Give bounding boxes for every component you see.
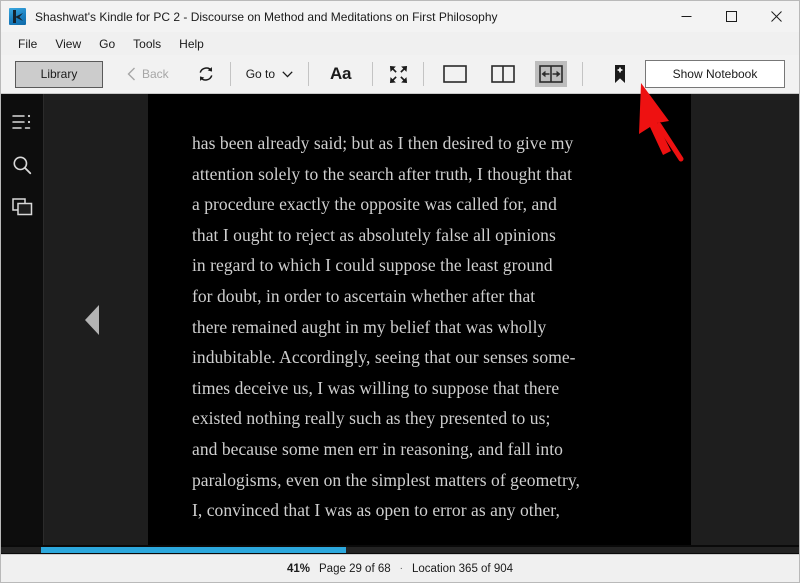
- toolbar-separator-5: [582, 62, 584, 86]
- toolbar-separator-4: [423, 62, 425, 86]
- search-icon: [13, 156, 32, 175]
- menu-item-tools[interactable]: Tools: [124, 34, 170, 54]
- add-bookmark-icon: [615, 65, 625, 83]
- minimize-button[interactable]: [664, 1, 709, 32]
- sidebar-item-flashcards[interactable]: [3, 188, 41, 226]
- sidebar-item-search[interactable]: [3, 146, 41, 184]
- menu-item-view[interactable]: View: [46, 34, 90, 54]
- status-bar: 41% Page 29 of 68 · Location 365 of 904: [1, 554, 799, 582]
- minimize-icon: [681, 16, 692, 17]
- previous-page-region[interactable]: [44, 94, 148, 545]
- flashcards-icon: [11, 198, 32, 216]
- sync-refresh-icon: [199, 67, 213, 81]
- close-button[interactable]: [754, 1, 799, 32]
- title-bar-left: Shashwat's Kindle for PC 2 - Discourse o…: [1, 8, 664, 25]
- reader-body: has been already said; but as I then des…: [1, 94, 799, 545]
- table-of-contents-icon: [12, 114, 31, 129]
- title-bar: Shashwat's Kindle for PC 2 - Discourse o…: [1, 1, 799, 32]
- status-percent: 41%: [286, 562, 311, 575]
- next-page-region[interactable]: [691, 94, 799, 545]
- font-settings-button[interactable]: Aa: [316, 62, 365, 86]
- reading-progress-scrollbar[interactable]: [1, 545, 799, 554]
- kindle-app-icon: [9, 8, 26, 25]
- add-bookmark-button[interactable]: [605, 60, 635, 88]
- toolbar-separator-1: [229, 62, 231, 86]
- main-toolbar: Library Back Go to Aa Show Notebook: [1, 55, 799, 94]
- menu-item-file[interactable]: File: [9, 34, 46, 54]
- status-location: Location 365 of 904: [411, 562, 514, 575]
- page-text: has been already said; but as I then des…: [192, 133, 580, 521]
- show-notebook-button[interactable]: Show Notebook: [645, 60, 785, 88]
- menu-bar: File View Go Tools Help: [1, 32, 799, 55]
- refresh-button[interactable]: [189, 59, 223, 89]
- two-page-view-icon: [491, 65, 515, 83]
- goto-button-label: Go to: [245, 67, 276, 81]
- chevron-down-icon: [282, 70, 293, 78]
- maximize-icon: [726, 11, 737, 22]
- chevron-left-icon: [127, 67, 135, 81]
- toolbar-separator-2: [308, 62, 310, 86]
- continuous-scroll-view-icon: [539, 65, 563, 83]
- back-button[interactable]: Back: [117, 63, 179, 85]
- status-page: Page 29 of 68: [319, 562, 391, 575]
- goto-button[interactable]: Go to: [238, 63, 301, 85]
- menu-item-help[interactable]: Help: [170, 34, 213, 54]
- previous-page-arrow-icon[interactable]: [85, 304, 99, 335]
- status-separator: ·: [399, 563, 403, 574]
- back-button-label: Back: [142, 67, 169, 81]
- toolbar-separator-3: [372, 62, 374, 86]
- menu-item-go[interactable]: Go: [90, 34, 124, 54]
- book-page: has been already said; but as I then des…: [148, 94, 691, 545]
- view-two-page-button[interactable]: [487, 61, 519, 87]
- progress-thumb[interactable]: [41, 547, 346, 553]
- sidebar-item-contents[interactable]: [3, 104, 41, 142]
- window-title: Shashwat's Kindle for PC 2 - Discourse o…: [35, 9, 498, 24]
- view-continuous-scroll-button[interactable]: [535, 61, 568, 87]
- library-button[interactable]: Library: [15, 60, 103, 88]
- window-controls: [664, 1, 799, 32]
- view-single-page-button[interactable]: [439, 61, 471, 87]
- kindle-for-pc-window: Shashwat's Kindle for PC 2 - Discourse o…: [0, 0, 800, 583]
- close-icon: [771, 11, 782, 22]
- reader-viewport: has been already said; but as I then des…: [44, 94, 799, 545]
- fullscreen-button[interactable]: [380, 59, 416, 89]
- single-page-view-icon: [443, 65, 467, 83]
- maximize-button[interactable]: [709, 1, 754, 32]
- left-sidebar-rail: [1, 94, 44, 545]
- expand-fullscreen-icon: [389, 65, 407, 83]
